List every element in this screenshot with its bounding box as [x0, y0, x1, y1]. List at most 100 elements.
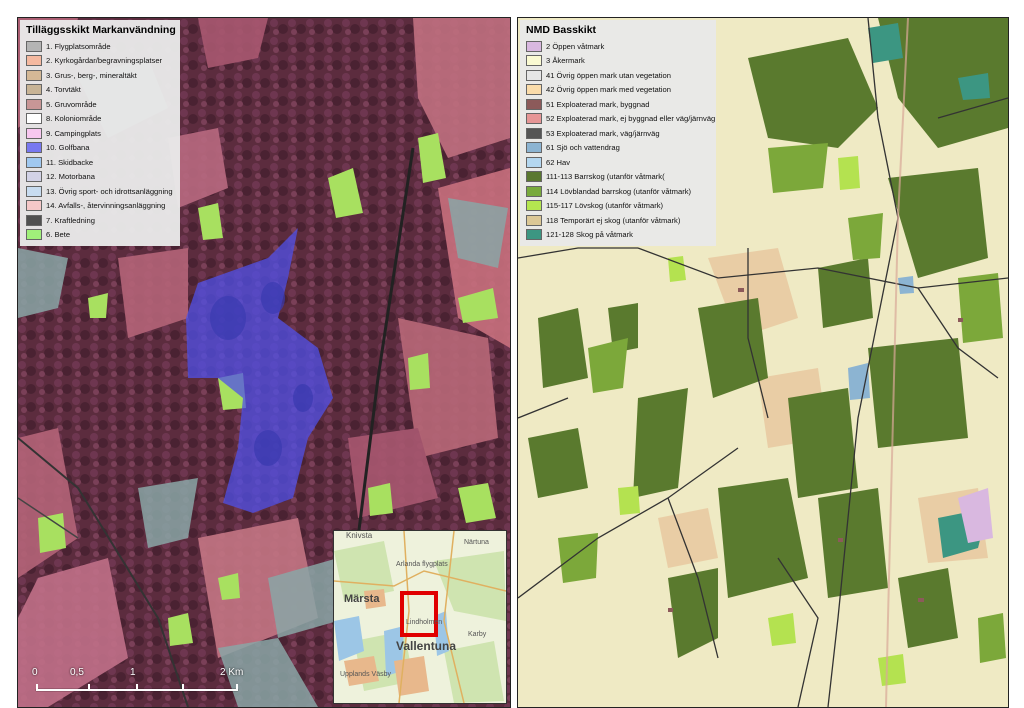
left-legend-label: 1. Flygplatsområde: [46, 41, 111, 51]
right-legend-item: 61 Sjö och vattendrag: [526, 141, 710, 156]
right-legend-label: 114 Lövblandad barrskog (utanför våtmark…: [546, 186, 692, 196]
right-legend-swatch: [526, 200, 542, 212]
right-legend-swatch: [526, 98, 542, 110]
left-legend-item: 2. Kyrkogårdar/begravningsplatser: [26, 54, 174, 69]
left-legend-item: 5. Gruvområde: [26, 97, 174, 112]
left-legend-item: 1. Flygplatsområde: [26, 39, 174, 54]
left-legend-item: 6. Bete: [26, 228, 174, 243]
right-legend-item: 2 Öppen våtmark: [526, 39, 710, 54]
right-legend-swatch: [526, 156, 542, 168]
inset-label-karby: Karby: [468, 631, 487, 638]
left-legend-label: 12. Motorbana: [46, 172, 95, 182]
right-legend-item: 121-128 Skog på våtmark: [526, 228, 710, 243]
right-legend-swatch: [526, 84, 542, 96]
right-legend-label: 115-117 Lövskog (utanför våtmark): [546, 201, 664, 211]
left-legend-item: 9. Campingplats: [26, 126, 174, 141]
left-legend-item: 10. Golfbana: [26, 141, 174, 156]
right-legend-label: 111-113 Barrskog (utanför våtmark(: [546, 172, 665, 182]
scale-bar: 0 0,5 1 2 Km: [32, 667, 262, 701]
right-legend-label: 52 Exploaterad mark, ej byggnad eller vä…: [546, 114, 716, 124]
left-legend-label: 2. Kyrkogårdar/begravningsplatser: [46, 56, 163, 66]
left-legend-label: 3. Grus-, berg-, mineraltäkt: [46, 70, 137, 80]
left-legend-swatch: [26, 142, 42, 154]
left-legend-swatch: [26, 185, 42, 197]
left-legend-swatch: [26, 200, 42, 212]
left-legend: Tilläggsskikt Markanvändning 1. Flygplat…: [20, 20, 180, 246]
left-legend-swatch: [26, 113, 42, 125]
inset-label-arlanda: Arlanda flygplats: [396, 561, 448, 568]
left-legend-swatch: [26, 156, 42, 168]
right-legend-item: 42 Övrig öppen mark med vegetation: [526, 83, 710, 98]
right-legend-label: 61 Sjö och vattendrag: [546, 143, 620, 153]
left-legend-label: 6. Bete: [46, 230, 71, 240]
right-legend-item: 118 Temporärt ej skog (utanför våtmark): [526, 213, 710, 228]
left-legend-item: 12. Motorbana: [26, 170, 174, 185]
right-legend-swatch: [526, 113, 542, 125]
inset-label-knivsta: Knivsta: [346, 531, 373, 540]
right-legend-label: 53 Exploaterad mark, väg/järnväg: [546, 128, 660, 138]
right-legend-label: 3 Åkermark: [546, 56, 585, 66]
left-legend-label: 7. Kraftledning: [46, 215, 95, 225]
right-legend-label: 118 Temporärt ej skog (utanför våtmark): [546, 215, 681, 225]
right-legend-label: 51 Exploaterad mark, byggnad: [546, 99, 650, 109]
scale-label-2km: 2 Km: [220, 667, 244, 678]
left-legend-label: 8. Koloniområde: [46, 114, 102, 124]
right-legend-swatch: [526, 69, 542, 81]
right-legend-item: 114 Lövblandad barrskog (utanför våtmark…: [526, 184, 710, 199]
right-legend-swatch: [526, 55, 542, 67]
right-legend-item: 62 Hav: [526, 155, 710, 170]
right-legend: NMD Basskikt 2 Öppen våtmark 3 Åkermark 41…: [520, 20, 716, 246]
right-legend-item: 3 Åkermark: [526, 54, 710, 69]
right-legend-swatch: [526, 171, 542, 183]
right-legend-item: 41 Övrig öppen mark utan vegetation: [526, 68, 710, 83]
right-legend-item: 52 Exploaterad mark, ej byggnad eller vä…: [526, 112, 715, 127]
left-legend-swatch: [26, 171, 42, 183]
left-legend-label: 9. Campingplats: [46, 128, 101, 138]
left-legend-item: 8. Koloniområde: [26, 112, 174, 127]
right-legend-swatch: [526, 185, 542, 197]
left-legend-label: 11. Skidbacke: [46, 157, 94, 167]
overview-inset-map: Knivsta Närtuna Arlanda flygplats Märsta…: [333, 530, 507, 704]
left-legend-item: 13. Övrig sport- och idrottsanläggning: [26, 184, 174, 199]
scale-label-1: 1: [130, 667, 136, 678]
left-legend-label: 10. Golfbana: [46, 143, 90, 153]
left-legend-swatch: [26, 229, 42, 241]
left-legend-label: 4. Torvtäkt: [46, 85, 81, 95]
right-legend-swatch: [526, 229, 542, 241]
right-legend-item: 53 Exploaterad mark, väg/järnväg: [526, 126, 710, 141]
inset-label-vallentuna: Vallentuna: [396, 639, 457, 653]
left-map-panel: Tilläggsskikt Markanvändning 1. Flygplat…: [17, 17, 511, 708]
right-legend-swatch: [526, 142, 542, 154]
right-legend-item: 51 Exploaterad mark, byggnad: [526, 97, 710, 112]
scale-label-0: 0: [32, 667, 38, 678]
inset-label-lindholmen: Lindholmen: [406, 619, 443, 626]
left-legend-swatch: [26, 40, 42, 52]
left-legend-item: 4. Torvtäkt: [26, 83, 174, 98]
right-legend-item: 111-113 Barrskog (utanför våtmark(: [526, 170, 710, 185]
right-legend-swatch: [526, 40, 542, 52]
left-legend-label: 5. Gruvområde: [46, 99, 97, 109]
left-legend-item: 7. Kraftledning: [26, 213, 174, 228]
right-legend-swatch: [526, 214, 542, 226]
right-legend-label: 42 Övrig öppen mark med vegetation: [546, 85, 671, 95]
right-legend-swatch: [526, 127, 542, 139]
right-legend-label: 41 Övrig öppen mark utan vegetation: [546, 70, 671, 80]
right-legend-label: 62 Hav: [546, 157, 571, 167]
left-legend-title: Tilläggsskikt Markanvändning: [26, 24, 176, 36]
right-map-panel: NMD Basskikt 2 Öppen våtmark 3 Åkermark 41…: [517, 17, 1009, 708]
left-legend-swatch: [26, 84, 42, 96]
left-legend-item: 14. Avfalls-, återvinningsanläggning: [26, 199, 174, 214]
left-legend-item: 11. Skidbacke: [26, 155, 174, 170]
left-legend-swatch: [26, 98, 42, 110]
right-legend-label: 121-128 Skog på våtmark: [546, 230, 633, 240]
left-legend-swatch: [26, 127, 42, 139]
right-legend-title: NMD Basskikt: [526, 24, 597, 36]
left-legend-item: 3. Grus-, berg-, mineraltäkt: [26, 68, 174, 83]
left-legend-swatch: [26, 69, 42, 81]
right-legend-item: 115-117 Lövskog (utanför våtmark): [526, 199, 710, 214]
left-legend-swatch: [26, 214, 42, 226]
inset-label-marsta: Märsta: [344, 593, 380, 605]
left-legend-label: 13. Övrig sport- och idrottsanläggning: [46, 186, 173, 196]
inset-label-upplands-vasby: Upplands Väsby: [340, 671, 391, 678]
inset-label-nartuna: Närtuna: [464, 539, 489, 546]
